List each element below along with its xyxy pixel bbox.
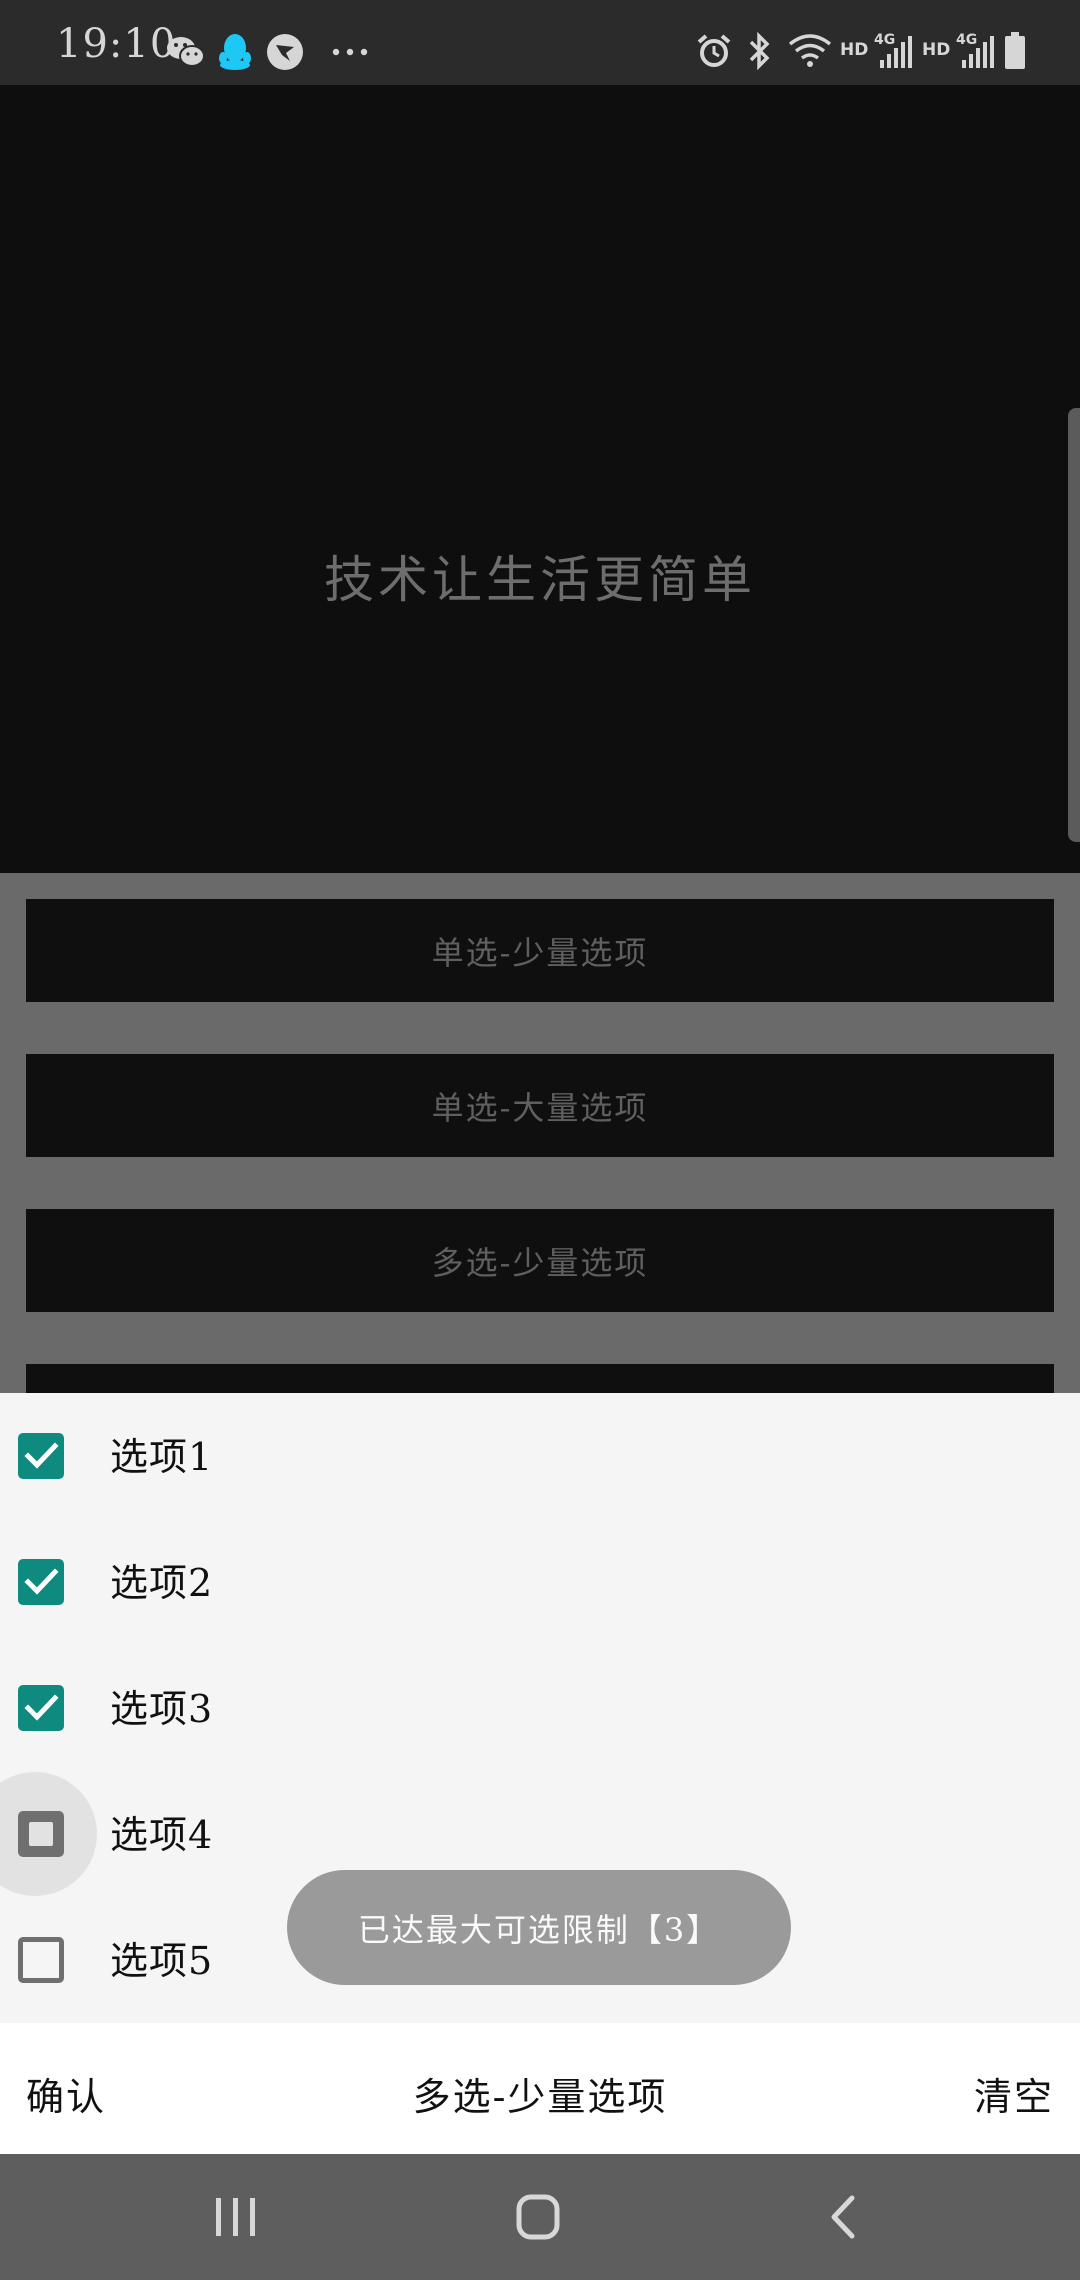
- 4g-signal-icon: [878, 34, 914, 70]
- toast-message: 已达最大可选限制【3】: [287, 1870, 791, 1985]
- sheet-title: 多选-少量选项: [412, 2075, 668, 2119]
- back-icon[interactable]: [772, 2154, 912, 2280]
- menu-button-single-few[interactable]: 单选-少量选项: [26, 899, 1054, 1002]
- checkbox-pressed-icon[interactable]: [18, 1811, 64, 1857]
- option-label: 选项5: [110, 1939, 214, 1983]
- hd-signal-icon: HD: [922, 40, 951, 60]
- menu-button-multi-few[interactable]: 多选-少量选项: [26, 1209, 1054, 1312]
- option-item-3[interactable]: 选项3: [0, 1645, 1080, 1771]
- home-icon[interactable]: [468, 2154, 608, 2280]
- battery-icon: [1004, 32, 1026, 70]
- wifi-icon: [788, 32, 832, 68]
- option-label: 选项2: [110, 1561, 214, 1605]
- edge-panel-handle[interactable]: [1068, 408, 1080, 842]
- hero-banner: 技术让生活更简单: [0, 85, 1080, 873]
- navigation-bar: [0, 2154, 1080, 2280]
- checkbox-unchecked-icon[interactable]: [18, 1937, 64, 1983]
- hero-slogan: 技术让生活更简单: [324, 551, 756, 609]
- menu-button-next[interactable]: [26, 1364, 1054, 1393]
- qq-icon: [218, 32, 252, 72]
- more-dots-icon: [332, 48, 368, 56]
- hd-signal-icon: HD: [840, 40, 869, 60]
- 4g-signal-icon: [960, 34, 996, 70]
- checkbox-checked-icon[interactable]: [18, 1559, 64, 1605]
- checkbox-checked-icon[interactable]: [18, 1433, 64, 1479]
- sheet-action-bar: 确认 多选-少量选项 清空: [0, 2023, 1080, 2154]
- clear-button[interactable]: 清空: [974, 2066, 1054, 2121]
- wechat-icon: [166, 34, 206, 70]
- option-item-1[interactable]: 选项1: [0, 1393, 1080, 1519]
- status-bar: 19:10 HD 4G HD 4G: [0, 0, 1080, 85]
- bluetooth-icon: [746, 31, 772, 71]
- menu-button-single-many[interactable]: 单选-大量选项: [26, 1054, 1054, 1157]
- option-item-2[interactable]: 选项2: [0, 1519, 1080, 1645]
- checkbox-checked-icon[interactable]: [18, 1685, 64, 1731]
- recents-icon[interactable]: [166, 2154, 306, 2280]
- option-label: 选项3: [110, 1687, 214, 1731]
- option-label: 选项1: [110, 1435, 214, 1479]
- menu-list-scrim[interactable]: 单选-少量选项 单选-大量选项 多选-少量选项: [0, 873, 1080, 1393]
- alarm-icon: [696, 33, 732, 69]
- status-time: 19:10: [56, 21, 177, 67]
- option-label: 选项4: [110, 1813, 214, 1857]
- feishu-icon: [266, 33, 304, 71]
